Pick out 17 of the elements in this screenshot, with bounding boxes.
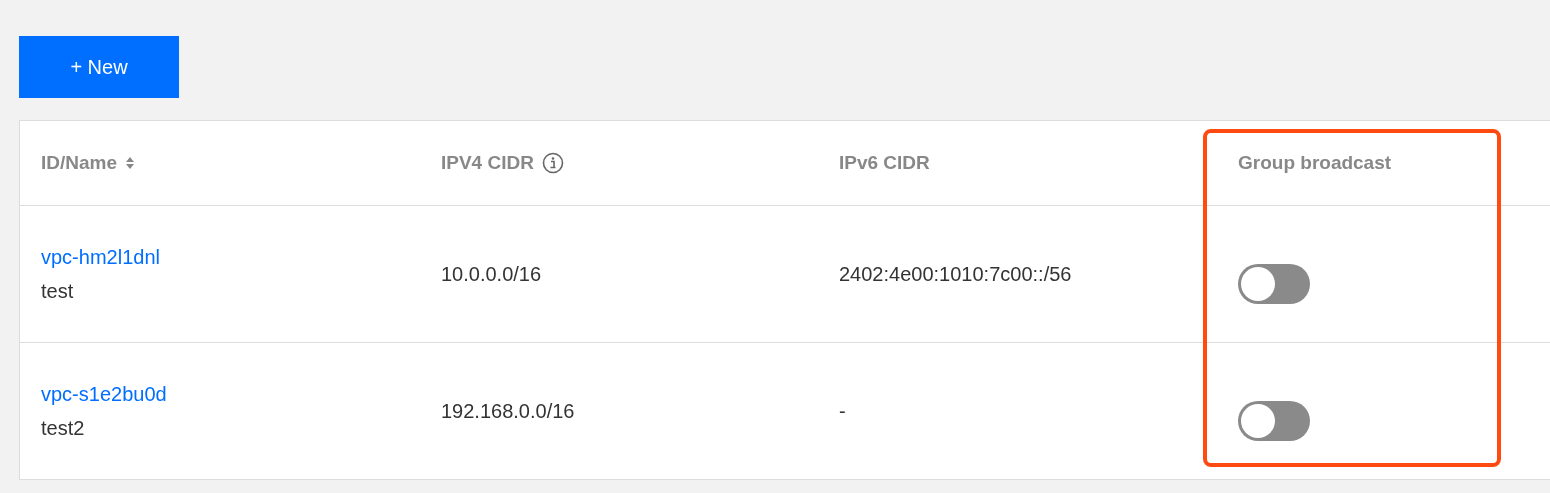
new-button[interactable]: + New xyxy=(19,36,179,98)
table-cell: - xyxy=(839,400,846,422)
toggle-switch[interactable] xyxy=(1238,401,1310,441)
vpc-id-link[interactable]: vpc-hm2l1dnl xyxy=(41,242,420,272)
table-cell: 10.0.0.0/16 xyxy=(441,263,542,285)
toggle-switch[interactable] xyxy=(1238,264,1310,304)
column-header: IPV4 CIDR xyxy=(441,150,534,175)
vpc-id-link[interactable]: vpc-s1e2bu0d xyxy=(41,379,420,409)
info-icon[interactable] xyxy=(541,152,564,174)
column-header: IPv6 CIDR xyxy=(839,150,930,175)
vpc-name: test2 xyxy=(41,416,86,441)
table-cell: 2402:4e00:1010:7c00::/56 xyxy=(839,263,1072,285)
sort-icon[interactable] xyxy=(125,156,136,170)
vpc-name: test xyxy=(41,279,75,304)
table-cell: 192.168.0.0/16 xyxy=(441,400,575,422)
column-header: Group broadcast xyxy=(1238,150,1392,175)
column-header: ID/Name xyxy=(41,150,118,175)
